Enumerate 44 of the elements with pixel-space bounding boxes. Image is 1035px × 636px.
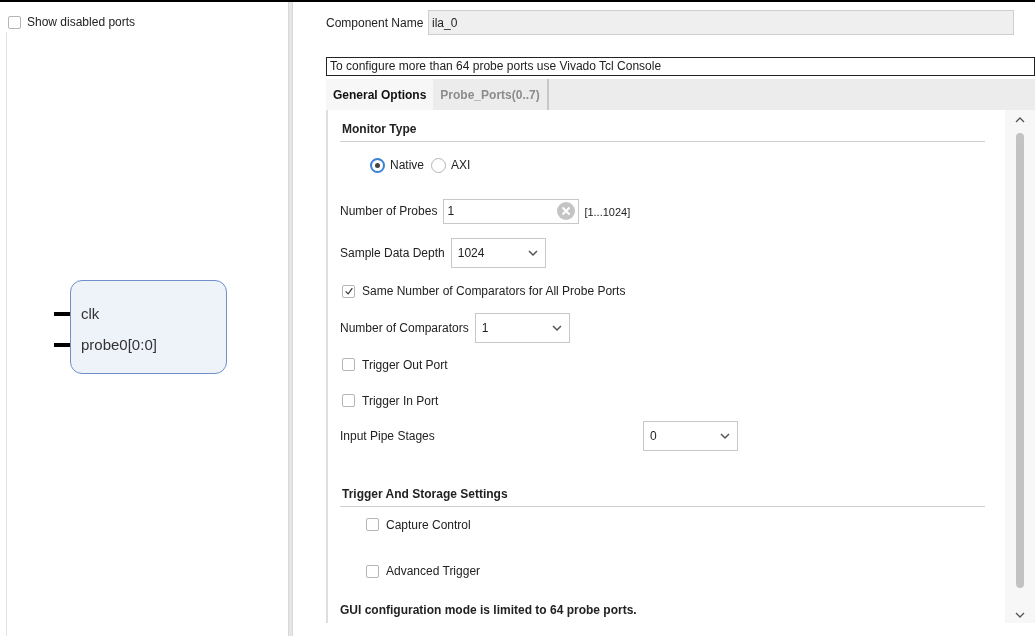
scroll-down-icon[interactable] bbox=[1015, 612, 1025, 619]
port-label: clk bbox=[81, 303, 101, 323]
field-label: Component Name bbox=[326, 14, 425, 32]
field-value: 1 bbox=[447, 203, 456, 220]
checkbox[interactable] bbox=[342, 284, 355, 298]
radio-button[interactable] bbox=[370, 157, 385, 173]
port-label: probe0[0:0] bbox=[81, 334, 158, 354]
checkbox[interactable] bbox=[366, 564, 379, 578]
scroll-up-icon[interactable] bbox=[1015, 116, 1025, 123]
footer-note: GUI configuration mode is limited to 64 probe ports. bbox=[340, 602, 638, 619]
port-pin bbox=[54, 342, 70, 347]
radio-label: Native bbox=[390, 157, 424, 174]
section-heading: Trigger And Storage Settings bbox=[340, 485, 985, 507]
checkbox-label: Trigger Out Port bbox=[362, 356, 448, 374]
checkbox[interactable] bbox=[342, 394, 355, 407]
notice-banner: To configure more than 64 probe ports use Vivado Tcl Console bbox=[326, 57, 1035, 76]
checkbox-label: Show disabled ports bbox=[27, 14, 136, 31]
checkbox-label: Same Number of Comparators for All Probe Ports bbox=[362, 283, 626, 300]
dropdown[interactable]: 0 bbox=[643, 420, 738, 451]
checkbox-label: Capture Control bbox=[386, 516, 471, 534]
field-label: Number of Probes bbox=[340, 203, 438, 220]
tab[interactable]: General Options bbox=[326, 79, 434, 110]
checkbox[interactable] bbox=[8, 15, 21, 29]
checkbox[interactable] bbox=[342, 358, 355, 371]
checkbox[interactable] bbox=[366, 518, 379, 531]
dropdown[interactable]: 1 bbox=[474, 313, 570, 343]
input-field[interactable]: 1 bbox=[443, 198, 580, 224]
field-label: Sample Data Depth bbox=[340, 245, 445, 262]
range-hint: [1...1024] bbox=[584, 205, 631, 221]
caret-icon bbox=[526, 249, 539, 257]
radio-button[interactable] bbox=[431, 157, 446, 173]
port-pin bbox=[54, 311, 70, 316]
field-label: Input Pipe Stages bbox=[340, 427, 436, 445]
radio-label: AXI bbox=[451, 157, 471, 174]
field-label: Number of Comparators bbox=[340, 320, 469, 337]
caret-icon bbox=[550, 324, 563, 332]
caret-icon bbox=[719, 431, 731, 440]
dropdown[interactable]: 1024 bbox=[450, 238, 546, 268]
clear-icon[interactable] bbox=[557, 202, 576, 220]
scrollbar-thumb[interactable] bbox=[1016, 133, 1024, 588]
checkbox-label: Trigger In Port bbox=[362, 392, 439, 410]
checkbox-label: Advanced Trigger bbox=[386, 563, 481, 580]
section-heading: Monitor Type bbox=[340, 120, 985, 142]
component-name-field[interactable]: ila_0 bbox=[428, 10, 1014, 35]
